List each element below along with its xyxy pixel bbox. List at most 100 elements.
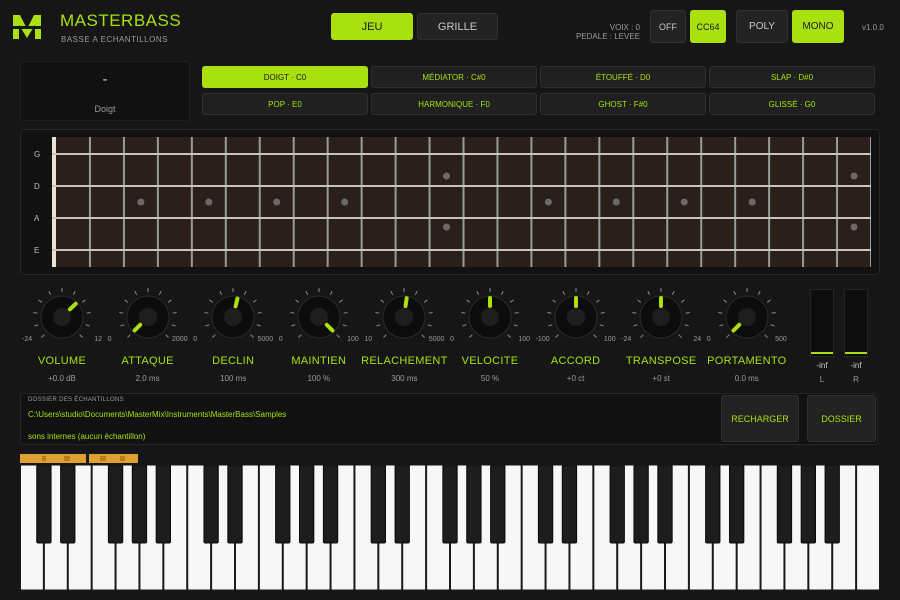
knob-tick: [172, 311, 177, 314]
reload-button[interactable]: RECHARGER: [721, 395, 799, 442]
knob-attaque-dial[interactable]: [115, 286, 181, 348]
piano-keyboard[interactable]: [20, 465, 880, 591]
knob-tick: [462, 324, 467, 327]
knob-tick: [466, 299, 471, 303]
knob-portamento-label: PORTAMENTO: [707, 355, 787, 367]
black-key-a-sharp[interactable]: [824, 465, 840, 544]
voice-count: VOIX : 0: [609, 23, 640, 32]
knob-tick: [291, 324, 296, 327]
knob-velocite[interactable]: 0 100 VELOCITE 50 %: [450, 286, 530, 383]
knob-accord-dial[interactable]: [543, 286, 609, 348]
knob-tick: [86, 311, 91, 314]
black-key-f-sharp[interactable]: [275, 465, 291, 544]
fret-wire: [88, 137, 91, 267]
knob-volume-dial[interactable]: [29, 286, 95, 348]
knob-tick: [383, 334, 388, 338]
knob-transpose-dial[interactable]: [628, 286, 694, 348]
black-key-g-sharp[interactable]: [633, 465, 649, 544]
knob-tick: [424, 299, 429, 303]
app-subtitle: BASSE A ECHANTILLONS: [61, 35, 168, 44]
fretboard[interactable]: [52, 137, 871, 267]
knob-tick: [380, 299, 385, 303]
knob-indicator: [233, 296, 240, 309]
folder-button[interactable]: DOSSIER: [807, 395, 876, 442]
black-key-c-sharp[interactable]: [370, 465, 386, 544]
black-key-c-sharp[interactable]: [203, 465, 219, 544]
black-key-d-sharp[interactable]: [561, 465, 578, 544]
black-key-d-sharp[interactable]: [729, 465, 745, 544]
knob-indicator: [403, 296, 410, 309]
articulation-glisse-button[interactable]: GLISSÉ · G0: [709, 93, 875, 115]
black-key-a-sharp[interactable]: [657, 465, 673, 544]
mono-button[interactable]: MONO: [792, 10, 844, 43]
string-label-g: G: [34, 150, 41, 159]
fret-marker-dot: [850, 172, 858, 180]
knob-portamento[interactable]: 0 500 PORTAMENTO 0.0 ms: [707, 286, 787, 383]
knob-velocite-dial[interactable]: [457, 286, 523, 348]
knob-tick: [343, 311, 348, 314]
fret-marker-dot: [137, 198, 145, 206]
articulation-doigt-button[interactable]: DOIGT · C0: [202, 66, 368, 88]
black-key-d-sharp[interactable]: [60, 465, 76, 544]
black-key-d-sharp[interactable]: [227, 465, 243, 544]
nut: [52, 137, 56, 267]
knob-tick: [672, 290, 675, 295]
knob-declin[interactable]: 0 5000 DECLIN 100 ms: [193, 286, 273, 383]
fret-wire: [224, 137, 227, 267]
black-key-f-sharp[interactable]: [776, 465, 793, 544]
knob-tick: [167, 299, 172, 303]
black-key-f-sharp[interactable]: [442, 465, 458, 544]
knob-tick: [640, 334, 644, 338]
black-key-f-sharp[interactable]: [609, 465, 625, 544]
knob-declin-dial[interactable]: [200, 286, 266, 348]
knob-maintien-dial[interactable]: [286, 286, 352, 348]
black-key-g-sharp[interactable]: [299, 465, 315, 544]
articulation-slap-button[interactable]: SLAP · D#0: [709, 66, 875, 88]
articulation-etouffe-button[interactable]: ÉTOUFFÉ · D0: [540, 66, 706, 88]
knob-volume-max: 12: [94, 336, 102, 343]
black-key-a-sharp[interactable]: [322, 465, 339, 544]
knob-cap: [138, 308, 157, 326]
knob-tick: [733, 290, 736, 295]
knob-volume[interactable]: -24 12 VOLUME +0.0 dB: [22, 286, 102, 383]
knob-cap: [395, 308, 414, 326]
knob-relachement-dial[interactable]: [371, 286, 437, 348]
poly-button[interactable]: POLY: [736, 10, 788, 43]
fret-wire: [598, 137, 601, 267]
black-key-d-sharp[interactable]: [394, 465, 410, 544]
articulation-ghost-button[interactable]: GHOST · F#0: [540, 93, 706, 115]
black-key-g-sharp[interactable]: [131, 465, 148, 544]
knob-attaque[interactable]: 0 2000 ATTAQUE 2.0 ms: [108, 286, 188, 383]
black-key-c-sharp[interactable]: [705, 465, 721, 544]
black-key-c-sharp[interactable]: [36, 465, 52, 544]
knob-portamento-dial[interactable]: [714, 286, 780, 348]
black-key-a-sharp[interactable]: [155, 465, 171, 544]
sustain-off-button[interactable]: OFF: [650, 10, 686, 43]
tab-jeu[interactable]: JEU: [331, 13, 413, 40]
knob-tick: [290, 311, 295, 314]
knob-cap: [53, 308, 71, 326]
white-key-c[interactable]: [856, 465, 880, 591]
knob-relachement-max: 5000: [428, 336, 445, 343]
knob-transpose[interactable]: -24 24 TRANSPOSE +0 st: [621, 286, 701, 383]
knob-tick: [514, 311, 519, 314]
articulation-pop-button[interactable]: POP · E0: [202, 93, 368, 115]
knob-accord-min: -100: [535, 336, 550, 343]
cc64-button[interactable]: CC64: [690, 10, 726, 43]
knob-accord[interactable]: -100 100 ACCORD +0 ct: [535, 286, 616, 383]
knob-tick: [421, 334, 426, 338]
articulation-harmonique-button[interactable]: HARMONIQUE · F0: [371, 93, 537, 115]
articulation-mediator-button[interactable]: MÉDIATOR · C#0: [371, 66, 537, 88]
knob-relachement[interactable]: 10 5000 RELACHEMENT 300 ms: [361, 286, 447, 383]
tab-grille[interactable]: GRILLE: [417, 13, 498, 40]
black-key-a-sharp[interactable]: [490, 465, 506, 544]
knob-tick: [547, 324, 552, 327]
knob-tick: [586, 290, 590, 295]
knob-tick: [469, 334, 473, 338]
knob-tick: [305, 290, 308, 295]
black-key-g-sharp[interactable]: [800, 465, 816, 544]
black-key-f-sharp[interactable]: [107, 465, 124, 544]
black-key-c-sharp[interactable]: [537, 465, 554, 544]
knob-maintien[interactable]: 0 100 MAINTIEN 100 %: [279, 286, 359, 383]
black-key-g-sharp[interactable]: [466, 465, 482, 544]
